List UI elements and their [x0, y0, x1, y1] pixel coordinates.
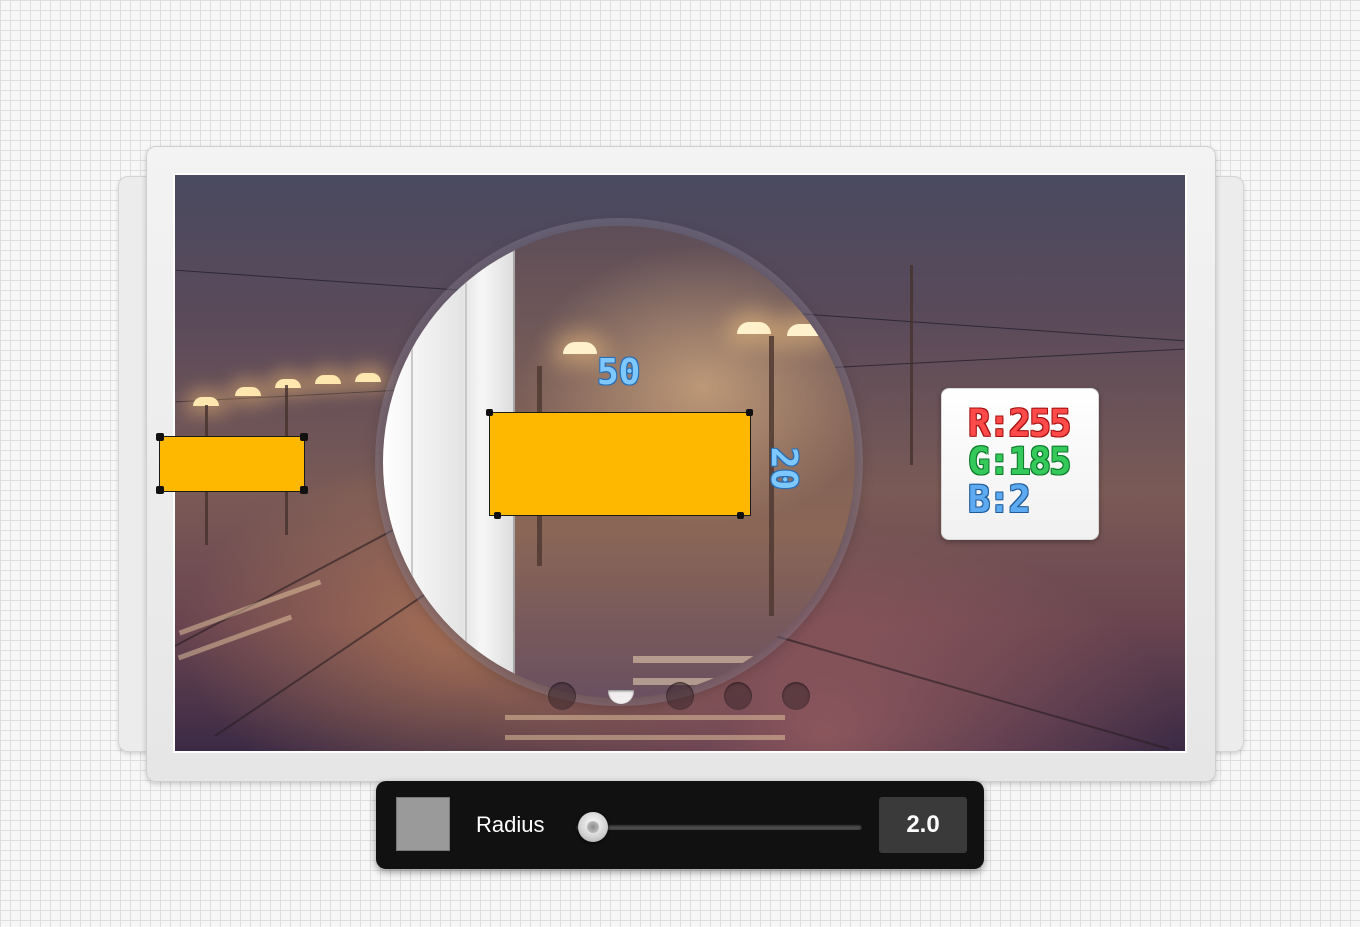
lamp [563, 342, 597, 354]
page-dot[interactable] [724, 682, 752, 710]
platform-stripe [177, 614, 293, 661]
resize-handle-top-left[interactable] [156, 433, 164, 441]
lamp [737, 322, 771, 334]
color-swatch[interactable] [396, 797, 450, 851]
selected-rectangle[interactable] [159, 436, 305, 492]
page-dot[interactable] [548, 682, 576, 710]
width-dimension-label: 50 [597, 352, 641, 393]
page-dot[interactable] [666, 682, 694, 710]
zoomed-handle-top-left [486, 409, 493, 416]
radius-toolbar: Radius 2.0 [376, 781, 984, 869]
lamp [235, 387, 261, 396]
lamp [787, 324, 821, 336]
radius-label: Radius [476, 812, 545, 837]
color-readout-card: R:255 G:185 B:2 [941, 388, 1099, 540]
track [774, 635, 1170, 750]
green-value: G:185 [968, 440, 1071, 483]
platform-stripe [633, 678, 813, 685]
platform-stripe [178, 579, 322, 636]
lamp [275, 379, 301, 388]
zoomed-rectangle [489, 412, 751, 516]
resize-handle-bottom-left[interactable] [156, 486, 164, 494]
radius-slider-track[interactable] [576, 824, 862, 830]
page-dot[interactable] [782, 682, 810, 710]
platform-stripe [505, 735, 785, 740]
zoomed-handle-bottom-left [494, 512, 501, 519]
height-dimension-label: 20 [763, 446, 805, 491]
red-value: R:255 [968, 402, 1071, 445]
lamp [315, 375, 341, 384]
platform-stripe [633, 656, 813, 663]
resize-handle-bottom-right[interactable] [300, 486, 308, 494]
radius-value-field[interactable]: 2.0 [879, 797, 967, 853]
zoomed-handle-top-right [746, 409, 753, 416]
lamp [355, 373, 381, 382]
pole [910, 265, 913, 465]
radius-slider-knob[interactable] [578, 812, 608, 842]
platform-stripe [505, 715, 785, 720]
resize-handle-top-right[interactable] [300, 433, 308, 441]
zoomed-handle-bottom-right [737, 512, 744, 519]
blue-value: B:2 [968, 478, 1031, 521]
